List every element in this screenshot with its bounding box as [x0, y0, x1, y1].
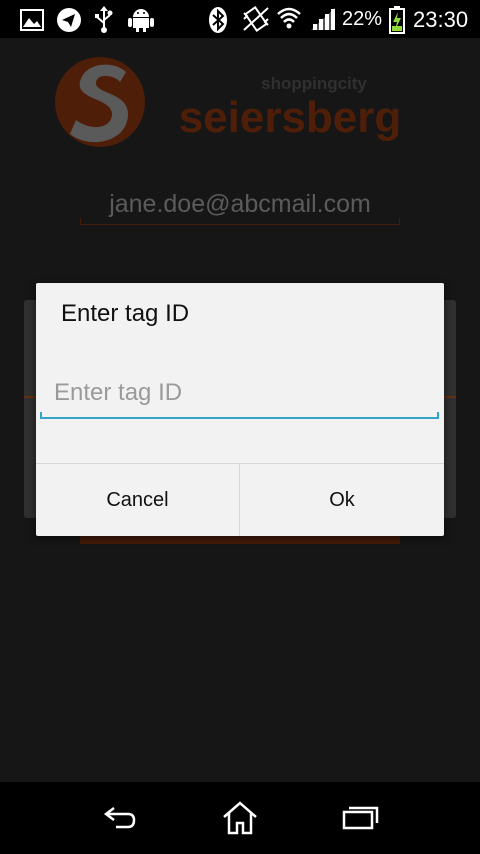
- cancel-button[interactable]: Cancel: [36, 464, 239, 536]
- gallery-icon: [20, 9, 44, 31]
- signal-icon: [311, 8, 335, 30]
- enter-tag-dialog: Enter tag ID Cancel Ok: [36, 283, 444, 536]
- home-button[interactable]: [210, 796, 270, 840]
- clock: 23:30: [413, 7, 469, 32]
- ok-button[interactable]: Ok: [240, 464, 444, 536]
- tag-id-input[interactable]: [40, 371, 439, 415]
- status-bar: 22% 23:30: [0, 0, 480, 38]
- android-icon: [128, 9, 154, 32]
- recents-button[interactable]: [330, 796, 390, 840]
- home-icon: [223, 801, 257, 835]
- recents-icon: [342, 806, 379, 830]
- navigation-bar: [0, 782, 480, 854]
- wifi-icon: [277, 7, 301, 29]
- back-button[interactable]: [90, 796, 150, 840]
- battery-charging-icon: [389, 6, 405, 34]
- battery-percent: 22%: [342, 8, 383, 30]
- bluetooth-icon: [209, 7, 227, 33]
- back-icon: [103, 807, 136, 829]
- input-underline: [40, 412, 439, 419]
- telegram-icon: [57, 8, 81, 32]
- usb-icon: [95, 6, 113, 33]
- vibrate-icon: [243, 5, 269, 33]
- dialog-title: Enter tag ID: [61, 300, 190, 327]
